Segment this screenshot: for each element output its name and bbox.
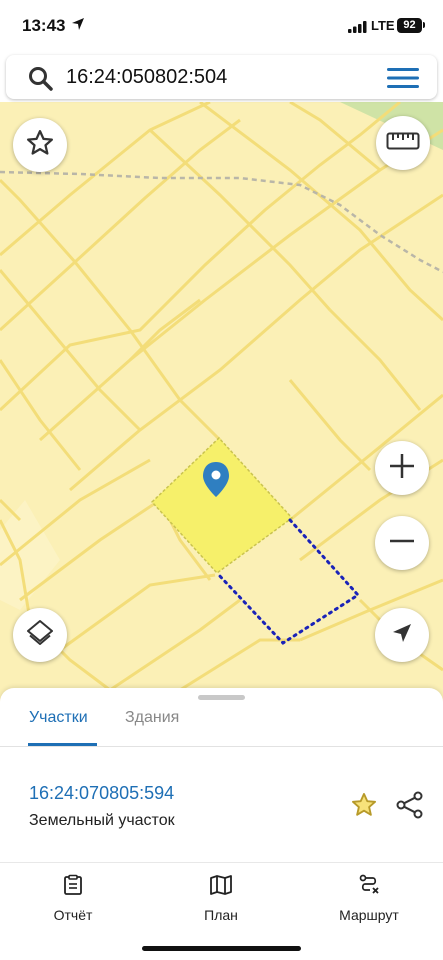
locate-button[interactable] [375,608,429,662]
nav-plan-label: План [204,907,238,923]
tab-parcels[interactable]: Участки [29,709,88,727]
tabs-divider [0,746,443,747]
status-time: 13:43 [22,16,66,35]
search-bar[interactable]: 16:24:050802:504 [6,55,437,99]
sheet-grabber[interactable] [198,695,245,700]
layers-icon [25,618,55,653]
battery-level: 92 [397,18,422,33]
location-arrow-icon [71,17,85,36]
network-label: LTE [371,18,395,33]
navigation-arrow-icon [390,621,414,650]
cadastral-map[interactable] [0,102,443,702]
favorite-map-button[interactable] [13,118,67,172]
nav-route-label: Маршрут [339,907,399,923]
star-icon[interactable] [350,791,378,824]
ruler-button[interactable] [376,116,430,170]
nav-report[interactable]: Отчёт [43,874,103,923]
ruler-icon [386,132,420,155]
plus-icon [387,451,417,486]
parcel-cadastral-number[interactable]: 16:24:070805:594 [29,783,174,804]
home-indicator [142,946,301,951]
menu-icon[interactable] [387,67,419,94]
map-canvas[interactable] [0,102,443,702]
search-icon[interactable] [28,66,54,97]
zoom-in-button[interactable] [375,441,429,495]
tab-buildings[interactable]: Здания [125,709,179,727]
signal-icon [348,20,368,38]
search-input[interactable]: 16:24:050802:504 [66,66,227,89]
minus-icon [387,526,417,561]
star-icon [25,128,55,163]
nav-plan[interactable]: План [191,874,251,923]
route-icon [358,874,380,900]
bottom-sheet[interactable]: Участки Здания 16:24:070805:594 Земельны… [0,688,443,960]
report-icon [62,874,84,900]
layers-button[interactable] [13,608,67,662]
status-bar: 13:43 LTE 92 [0,0,443,52]
nav-route[interactable]: Маршрут [328,874,410,923]
zoom-out-button[interactable] [375,516,429,570]
bottom-nav-divider [0,862,443,863]
nav-report-label: Отчёт [53,907,93,923]
battery-icon [423,22,425,28]
parcel-type: Земельный участок [29,812,175,829]
share-icon[interactable] [396,791,424,824]
map-icon [209,875,233,900]
